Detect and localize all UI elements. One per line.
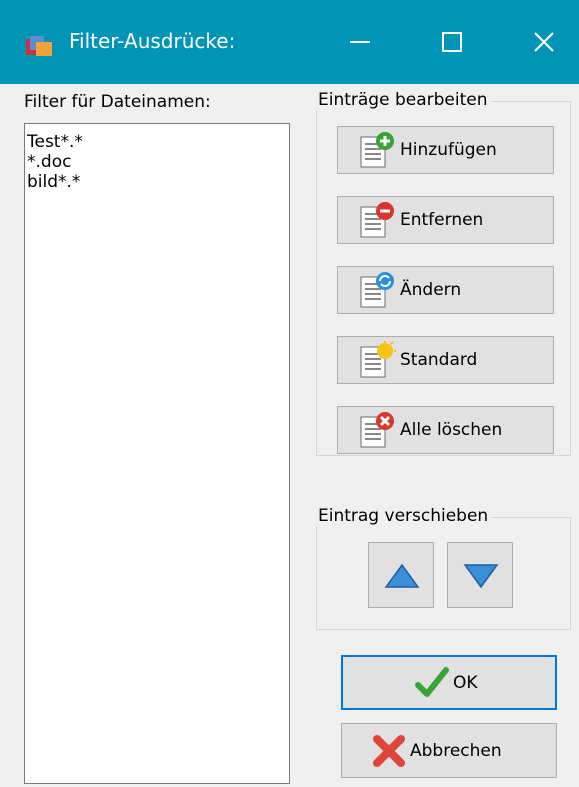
arrow-down-icon [463,564,499,589]
remove-button-label: Entfernen [400,210,484,230]
cancel-button[interactable]: Abbrechen [341,723,557,778]
close-icon [534,32,554,52]
document-remove-icon [360,202,394,238]
cancel-x-icon [373,734,405,767]
move-entry-group-label: Eintrag verschieben [315,506,492,526]
ok-button-label: OK [453,672,478,693]
filter-listbox[interactable]: Test*.* *.doc bild*.* [24,123,290,784]
list-item[interactable]: Test*.* [27,132,287,152]
document-clear-icon [360,412,394,448]
change-button-label: Ändern [400,280,462,300]
window-title: Filter-Ausdrücke: [69,29,236,53]
document-refresh-icon [360,272,394,308]
arrow-up-icon [384,563,420,588]
filter-list-label: Filter für Dateinamen: [24,92,211,112]
document-default-icon [360,341,396,378]
move-entry-group: Eintrag verschieben [315,506,571,630]
default-button[interactable]: Standard [337,336,554,384]
list-item[interactable]: *.doc [27,152,287,172]
maximize-button[interactable] [422,0,482,84]
remove-button[interactable]: Entfernen [337,196,554,244]
title-bar[interactable]: Filter-Ausdrücke: [0,0,579,84]
list-item[interactable]: bild*.* [27,172,287,192]
ok-button[interactable]: OK [341,655,557,710]
add-button[interactable]: Hinzufügen [337,126,554,174]
move-up-button[interactable] [368,542,434,608]
checkmark-icon [415,666,449,697]
minimize-icon [350,41,370,43]
move-down-button[interactable] [447,542,513,608]
document-add-icon [360,132,394,168]
clear-all-button-label: Alle löschen [400,420,503,440]
close-button[interactable] [514,0,574,84]
minimize-button[interactable] [330,0,390,84]
folder-filter-icon [26,36,52,56]
change-button[interactable]: Ändern [337,266,554,314]
edit-entries-group-label: Einträge bearbeiten [315,90,491,110]
maximize-icon [442,32,462,52]
cancel-button-label: Abbrechen [410,740,502,761]
clear-all-button[interactable]: Alle löschen [337,406,554,454]
default-button-label: Standard [400,350,478,370]
add-button-label: Hinzufügen [400,140,497,160]
